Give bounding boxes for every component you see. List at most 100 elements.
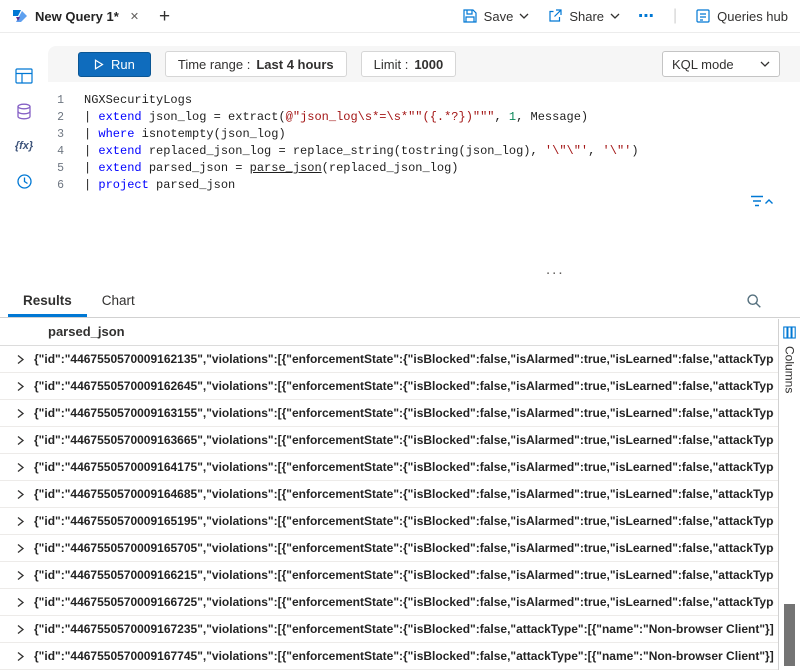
table-row[interactable]: {"id":"4467550570009162135","violations"… <box>0 346 800 373</box>
editor-line[interactable]: 6 | project parsed_json <box>48 177 800 194</box>
query-tab[interactable]: New Query 1* ✕ <box>8 6 143 26</box>
line-number: 5 <box>48 160 76 177</box>
expand-row-chevron-icon[interactable] <box>0 516 34 527</box>
run-button[interactable]: Run <box>78 52 151 77</box>
vertical-scrollbar-thumb[interactable] <box>784 604 795 666</box>
column-header-label: parsed_json <box>48 324 125 339</box>
share-button[interactable]: Share <box>547 8 620 24</box>
expand-row-chevron-icon[interactable] <box>0 543 34 554</box>
top-actions: Save Share ⋯ | Queries hub <box>462 6 788 26</box>
save-button[interactable]: Save <box>462 8 530 24</box>
parsed-json-cell[interactable]: {"id":"4467550570009167235","violations"… <box>34 622 774 636</box>
queries-hub-label: Queries hub <box>717 9 788 24</box>
kql-mode-label: KQL mode <box>672 57 734 72</box>
more-options-button[interactable]: ⋯ <box>638 6 655 26</box>
code-text: | extend replaced_json_log = replace_str… <box>84 143 639 160</box>
line-number: 2 <box>48 109 76 126</box>
table-row[interactable]: {"id":"4467550570009165705","violations"… <box>0 535 800 562</box>
divider: | <box>673 7 677 25</box>
time-range-picker[interactable]: Time range : Last 4 hours <box>165 51 347 77</box>
fx-icon-text: {fx} <box>15 140 33 152</box>
chevron-down-icon <box>519 13 529 19</box>
query-section: {fx} Run Time range : Last 4 hours Limit… <box>0 46 800 269</box>
run-label: Run <box>111 57 135 72</box>
parsed-json-cell[interactable]: {"id":"4467550570009165705","violations"… <box>34 541 774 555</box>
expand-row-chevron-icon[interactable] <box>0 597 34 608</box>
table-row[interactable]: {"id":"4467550570009167745","violations"… <box>0 643 800 670</box>
limit-picker[interactable]: Limit : 1000 <box>361 51 457 77</box>
chevron-down-icon <box>760 61 770 67</box>
query-editor[interactable]: 1NGXSecurityLogs2 | extend json_log = ext… <box>48 82 800 194</box>
parsed-json-cell[interactable]: {"id":"4467550570009163665","violations"… <box>34 433 774 447</box>
expand-row-chevron-icon[interactable] <box>0 651 34 662</box>
table-row[interactable]: {"id":"4467550570009165195","violations"… <box>0 508 800 535</box>
query-toolbar: Run Time range : Last 4 hours Limit : 10… <box>48 46 800 82</box>
table-row[interactable]: {"id":"4467550570009166215","violations"… <box>0 562 800 589</box>
collapse-editor-icon[interactable] <box>750 194 774 208</box>
tab-chart[interactable]: Chart <box>87 285 150 317</box>
panel-resizer[interactable]: ... <box>0 269 800 282</box>
parsed-json-cell[interactable]: {"id":"4467550570009162645","violations"… <box>34 379 774 393</box>
history-clock-icon[interactable] <box>13 171 35 191</box>
expand-row-chevron-icon[interactable] <box>0 624 34 635</box>
play-icon <box>94 59 104 70</box>
parsed-json-cell[interactable]: {"id":"4467550570009164685","violations"… <box>34 487 774 501</box>
left-rail: {fx} <box>0 46 48 269</box>
expand-row-chevron-icon[interactable] <box>0 435 34 446</box>
table-row[interactable]: {"id":"4467550570009162645","violations"… <box>0 373 800 400</box>
table-row[interactable]: {"id":"4467550570009164175","violations"… <box>0 454 800 481</box>
resizer-handle-icon[interactable]: ... <box>546 261 565 278</box>
columns-icon <box>783 326 796 339</box>
top-bar: New Query 1* ✕ + Save Share <box>0 0 800 33</box>
tab-results[interactable]: Results <box>8 285 87 317</box>
line-number: 6 <box>48 177 76 194</box>
expand-row-chevron-icon[interactable] <box>0 381 34 392</box>
parsed-json-cell[interactable]: {"id":"4467550570009166215","violations"… <box>34 568 774 582</box>
columns-panel-tab[interactable]: Columns <box>778 319 800 670</box>
table-row[interactable]: {"id":"4467550570009163155","violations"… <box>0 400 800 427</box>
connections-table-icon[interactable] <box>13 66 35 86</box>
grid-rows: {"id":"4467550570009162135","violations"… <box>0 346 800 670</box>
parsed-json-cell[interactable]: {"id":"4467550570009163155","violations"… <box>34 406 774 420</box>
editor-line[interactable]: 3 | where isnotempty(json_log) <box>48 126 800 143</box>
expand-row-chevron-icon[interactable] <box>0 354 34 365</box>
kql-mode-select[interactable]: KQL mode <box>662 51 780 77</box>
editor-lines: 1NGXSecurityLogs2 | extend json_log = ext… <box>48 92 800 194</box>
editor-line[interactable]: 4| extend replaced_json_log = replace_st… <box>48 143 800 160</box>
limit-label: Limit : <box>374 57 409 72</box>
table-row[interactable]: {"id":"4467550570009166725","violations"… <box>0 589 800 616</box>
editor-line[interactable]: 5| extend parsed_json = parse_json(repla… <box>48 160 800 177</box>
results-panel: Results Chart parsed_json {"id":"4467550… <box>0 282 800 671</box>
functions-icon[interactable]: {fx} <box>13 136 35 156</box>
code-text: | extend json_log = extract(@"json_log\s… <box>84 109 588 126</box>
adx-logo-icon <box>12 8 28 24</box>
table-row[interactable]: {"id":"4467550570009163665","violations"… <box>0 427 800 454</box>
code-text: | where isnotempty(json_log) <box>84 126 286 143</box>
line-number: 1 <box>48 92 76 109</box>
expand-row-chevron-icon[interactable] <box>0 408 34 419</box>
expand-row-chevron-icon[interactable] <box>0 570 34 581</box>
parsed-json-cell[interactable]: {"id":"4467550570009164175","violations"… <box>34 460 774 474</box>
chevron-down-icon <box>610 13 620 19</box>
line-number: 3 <box>48 126 76 143</box>
save-label: Save <box>484 9 514 24</box>
expand-row-chevron-icon[interactable] <box>0 489 34 500</box>
column-header-parsed-json[interactable]: parsed_json <box>0 318 800 346</box>
queries-hub-button[interactable]: Queries hub <box>695 8 788 24</box>
search-icon[interactable] <box>746 293 762 309</box>
editor-line[interactable]: 1NGXSecurityLogs <box>48 92 800 109</box>
table-row[interactable]: {"id":"4467550570009164685","violations"… <box>0 481 800 508</box>
time-range-label: Time range : <box>178 57 251 72</box>
close-tab-icon[interactable]: ✕ <box>130 10 139 23</box>
editor-line[interactable]: 2 | extend json_log = extract(@"json_log\… <box>48 109 800 126</box>
code-text: | project parsed_json <box>84 177 235 194</box>
expand-row-chevron-icon[interactable] <box>0 462 34 473</box>
new-tab-button[interactable]: + <box>159 7 170 26</box>
parsed-json-cell[interactable]: {"id":"4467550570009166725","violations"… <box>34 595 774 609</box>
tab-title: New Query 1* <box>35 9 119 24</box>
database-icon[interactable] <box>13 101 35 121</box>
parsed-json-cell[interactable]: {"id":"4467550570009165195","violations"… <box>34 514 774 528</box>
parsed-json-cell[interactable]: {"id":"4467550570009167745","violations"… <box>34 649 774 663</box>
parsed-json-cell[interactable]: {"id":"4467550570009162135","violations"… <box>34 352 774 366</box>
table-row[interactable]: {"id":"4467550570009167235","violations"… <box>0 616 800 643</box>
